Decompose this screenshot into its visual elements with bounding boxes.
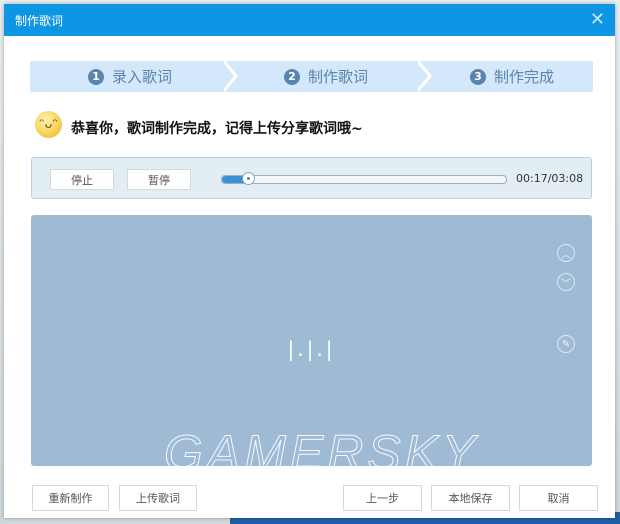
previous-step-button[interactable]: 上一步 — [343, 485, 422, 511]
cancel-button[interactable]: 取消 — [519, 485, 598, 511]
chevron-up-icon[interactable]: ︿ — [557, 244, 575, 262]
step-label: 制作完成 — [494, 68, 555, 86]
player-panel: 停止 暂停 00:17/03:08 — [31, 157, 592, 199]
step-number: 1 — [88, 68, 104, 85]
stop-button[interactable]: 停止 — [50, 169, 114, 190]
step-separator-fill — [222, 61, 234, 91]
step-label: 录入歌词 — [112, 68, 173, 86]
edit-icon[interactable]: ✎ — [557, 335, 575, 353]
chevron-down-icon[interactable]: ﹀ — [557, 273, 575, 291]
pause-button[interactable]: 暂停 — [127, 169, 191, 190]
lyrics-dialog: 制作歌词 ✕ 1 录入歌词 2 制作歌词 3 制作完成 ᵔᴗᵔ 恭喜你，歌词制作完成，… — [4, 4, 615, 518]
smile-emoji-icon: ᵔᴗᵔ — [35, 111, 62, 138]
step-number: 3 — [470, 68, 486, 85]
success-message: 恭喜你，歌词制作完成，记得上传分享歌词哦~ — [71, 121, 363, 137]
save-local-button[interactable]: 本地保存 — [431, 485, 510, 511]
upload-lyrics-button[interactable]: 上传歌词 — [119, 485, 197, 511]
step-2: 2 制作歌词 — [284, 61, 368, 92]
step-label: 制作歌词 — [308, 68, 369, 86]
step-number: 2 — [284, 68, 300, 85]
lyric-line: |.|.| — [287, 337, 336, 361]
progress-slider[interactable] — [221, 172, 507, 185]
close-icon[interactable]: ✕ — [590, 9, 605, 30]
redo-button[interactable]: 重新制作 — [32, 485, 109, 511]
step-3: 3 制作完成 — [470, 61, 554, 92]
step-indicator: 1 录入歌词 2 制作歌词 3 制作完成 — [30, 61, 593, 92]
step-separator-fill — [416, 61, 428, 91]
time-display: 00:17/03:08 — [516, 172, 584, 185]
step-1: 1 录入歌词 — [88, 61, 172, 92]
watermark: GAMERSKY — [163, 425, 480, 482]
dialog-title: 制作歌词 — [15, 14, 64, 28]
title-bar: 制作歌词 ✕ — [4, 4, 615, 36]
slider-thumb[interactable] — [241, 172, 255, 185]
